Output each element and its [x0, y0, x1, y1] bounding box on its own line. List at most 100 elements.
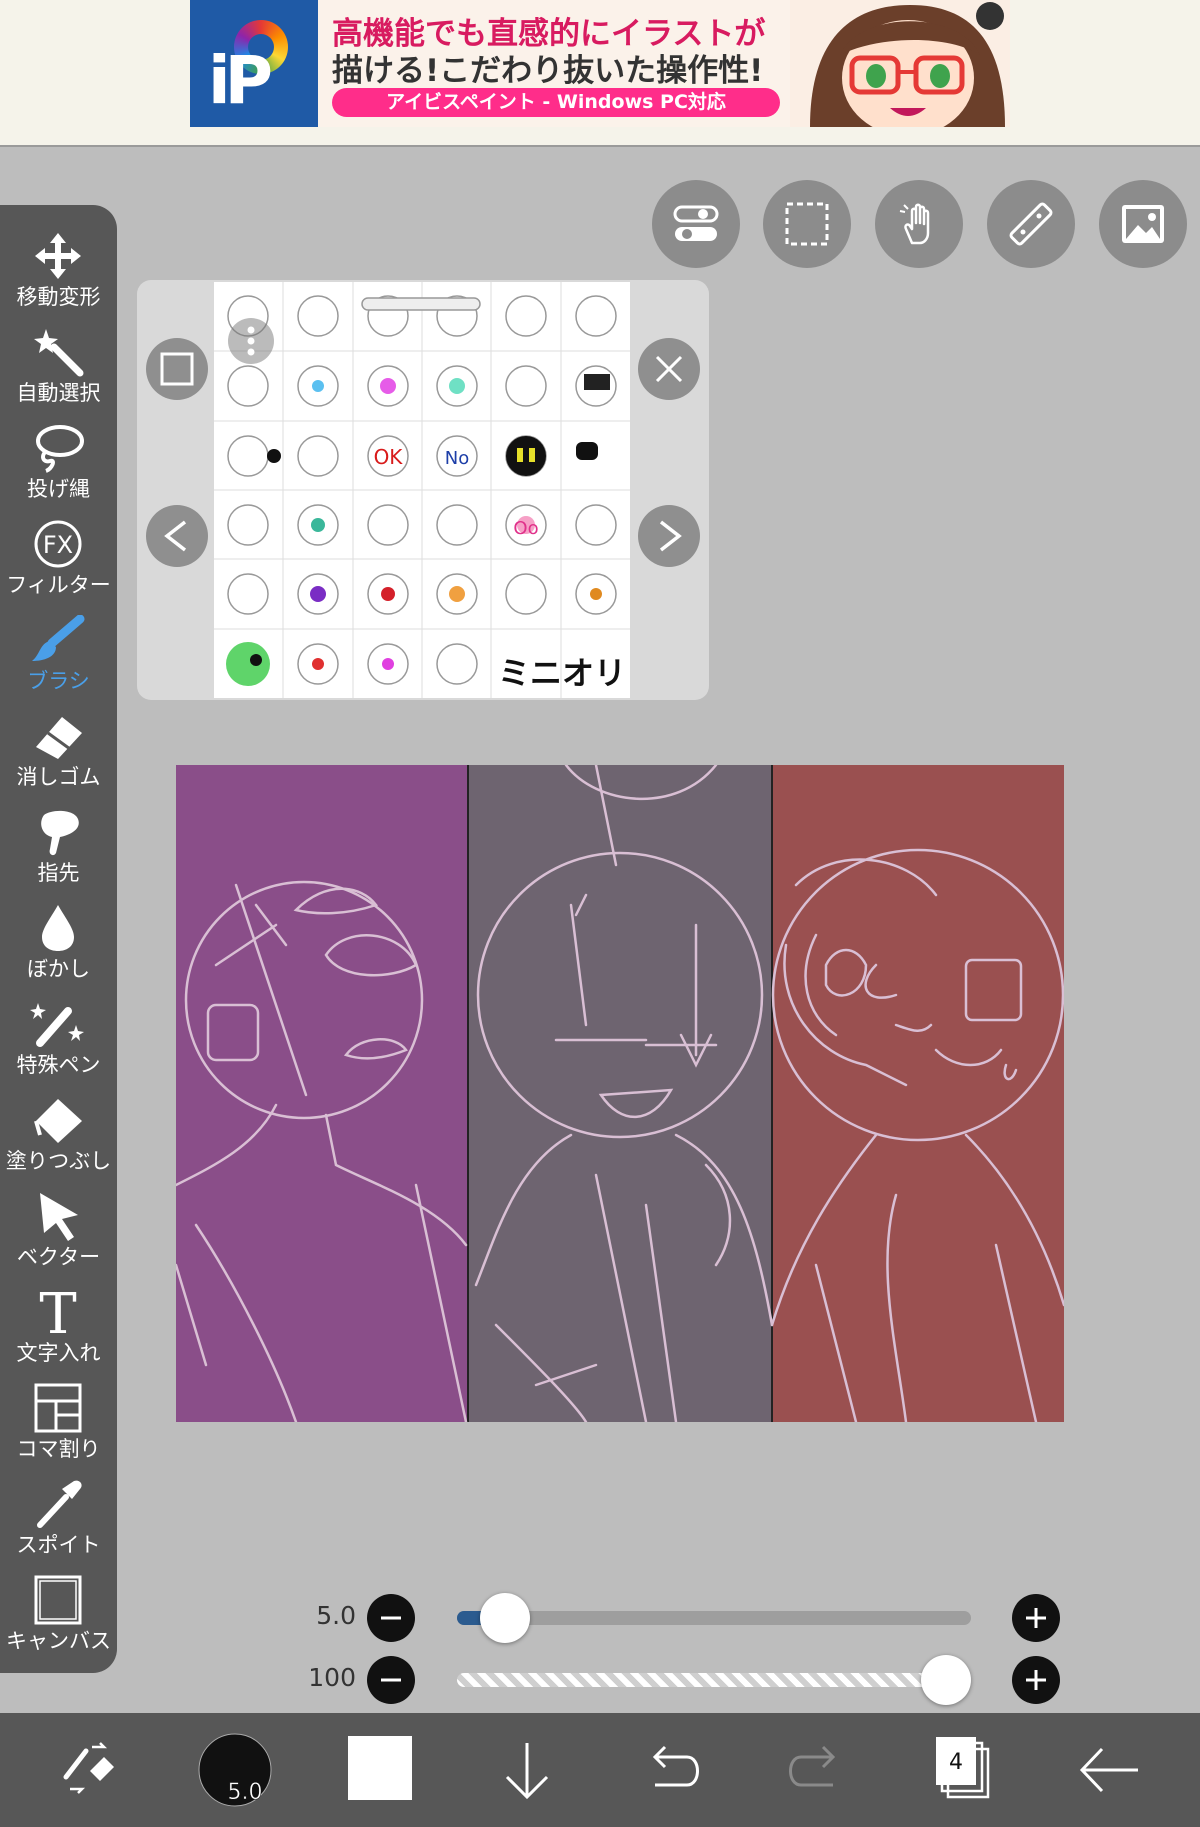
tool-label: フィルター — [6, 573, 111, 597]
tool-brush[interactable]: ブラシ — [0, 609, 117, 705]
tool-label: キャンバス — [6, 1629, 111, 1653]
plus-icon — [1026, 1670, 1046, 1690]
frame-divider-icon — [34, 1383, 82, 1433]
chevron-left-icon — [164, 520, 187, 552]
tool-label: ぼかし — [27, 957, 90, 981]
image-icon — [1122, 205, 1164, 243]
tool-blur[interactable]: ぼかし — [0, 897, 117, 993]
color-swatch-button[interactable] — [335, 1727, 425, 1813]
tool-fill[interactable]: 塗りつぶし — [0, 1089, 117, 1185]
ref-close-button[interactable] — [638, 338, 700, 400]
canvas-icon — [34, 1575, 82, 1625]
tool-label: コマ割り — [16, 1437, 101, 1461]
reference-image-button[interactable] — [1099, 180, 1187, 268]
back-button[interactable] — [1062, 1727, 1152, 1813]
ad-bar: iP 高機能でも直感的にイラストが 描ける!こだわり抜いた操作性! アイビスペイ… — [0, 0, 1200, 147]
brush-size-preview[interactable]: 5.0 — [190, 1727, 280, 1813]
reference-image[interactable]: OK No Oo ミニオリ — [214, 282, 630, 698]
special-pen-icon — [30, 1003, 84, 1047]
tool-filter[interactable]: FX フィルター — [0, 513, 117, 609]
tool-label: 消しゴム — [16, 765, 101, 789]
panel-left — [176, 765, 468, 1422]
reference-sticker-grid: OK No Oo ミニオリ — [214, 282, 630, 698]
eraser-icon — [36, 717, 82, 759]
minus-icon — [381, 1616, 401, 1620]
undo-button[interactable] — [627, 1727, 717, 1813]
ref-oo-label: Oo — [513, 518, 538, 539]
brush-opacity-track[interactable] — [457, 1673, 971, 1687]
vector-cursor-icon — [40, 1193, 78, 1241]
tool-label: 移動変形 — [16, 285, 101, 309]
brush-icon — [32, 615, 85, 661]
dots-vertical-icon — [247, 326, 255, 356]
fx-icon: FX — [34, 520, 82, 568]
ibis-logo: iP — [190, 0, 318, 127]
brush-opacity-value: 100 — [308, 1663, 356, 1692]
tool-label: 塗りつぶし — [5, 1149, 112, 1173]
ref-ok-label: OK — [374, 445, 404, 469]
tool-canvas[interactable]: キャンバス — [0, 1569, 117, 1665]
drawing-canvas[interactable] — [176, 765, 1064, 1422]
tool-vector[interactable]: ベクター — [0, 1185, 117, 1281]
minus-icon — [381, 1678, 401, 1682]
ref-menu-button[interactable] — [228, 318, 274, 364]
brush-opacity-increase-button[interactable] — [1012, 1656, 1060, 1704]
brush-preview-icon: 5.0 — [198, 1733, 272, 1807]
ref-fit-button[interactable] — [146, 338, 208, 400]
toggle-button[interactable] — [652, 180, 740, 268]
ref-next-button[interactable] — [638, 505, 700, 567]
swap-tool-button[interactable] — [42, 1727, 132, 1813]
logo-text: iP — [208, 42, 273, 119]
tool-text[interactable]: T 文字入れ — [0, 1281, 117, 1377]
blur-drop-icon — [42, 905, 74, 951]
brush-opacity-thumb[interactable] — [921, 1655, 971, 1705]
tool-auto-select[interactable]: 自動選択 — [0, 321, 117, 417]
square-icon — [160, 352, 194, 386]
hand-icon — [899, 203, 930, 245]
ad-subheadline: 描ける!こだわり抜いた操作性! — [332, 53, 764, 89]
tool-finger[interactable]: 指先 — [0, 801, 117, 897]
ref-mini-label: ミニオリ — [498, 654, 626, 692]
undo-icon — [652, 1745, 699, 1787]
tool-eraser[interactable]: 消しゴム — [0, 705, 117, 801]
ad-banner[interactable]: iP 高機能でも直感的にイラストが 描ける!こだわり抜いた操作性! アイビスペイ… — [190, 0, 1010, 127]
brush-opacity-decrease-button[interactable] — [367, 1656, 415, 1704]
tool-move-transform[interactable]: 移動変形 — [0, 225, 117, 321]
download-button[interactable] — [482, 1727, 572, 1813]
selection-button[interactable] — [763, 180, 851, 268]
layer-count: 4 — [949, 1750, 963, 1775]
arrow-down-icon — [505, 1743, 549, 1800]
toggle-icon — [673, 205, 719, 241]
tool-frame-divider[interactable]: コマ割り — [0, 1377, 117, 1473]
brush-preview-size: 5.0 — [228, 1780, 263, 1805]
text-tool-glyph: T — [39, 1287, 76, 1337]
ref-prev-button[interactable] — [146, 505, 208, 567]
chevron-right-icon — [659, 520, 682, 552]
lasso-icon — [36, 425, 84, 473]
color-swatch-icon — [348, 1736, 412, 1800]
selection-icon — [785, 202, 829, 246]
redo-icon — [789, 1745, 836, 1787]
layers-button[interactable]: 4 — [916, 1727, 1006, 1813]
redo-button[interactable] — [771, 1727, 861, 1813]
reference-window[interactable]: OK No Oo ミニオリ — [137, 280, 709, 700]
tool-label: ベクター — [16, 1245, 101, 1269]
brush-size-thumb[interactable] — [480, 1593, 531, 1643]
tool-special-pen[interactable]: 特殊ペン — [0, 993, 117, 1089]
brush-size-decrease-button[interactable] — [367, 1594, 415, 1642]
pen-eraser-swap-icon — [63, 1742, 114, 1794]
arrow-left-icon — [1079, 1747, 1138, 1793]
move-icon — [35, 233, 81, 279]
ad-character-illustration — [790, 0, 1010, 127]
tool-label: スポイト — [16, 1533, 101, 1557]
panel-right — [772, 765, 1064, 1422]
brush-size-increase-button[interactable] — [1012, 1594, 1060, 1642]
fx-text: FX — [43, 531, 73, 559]
fill-bucket-icon — [34, 1099, 82, 1143]
tool-lasso[interactable]: 投げ縄 — [0, 417, 117, 513]
ruler-icon — [1009, 202, 1053, 246]
brush-size-track[interactable] — [457, 1611, 971, 1625]
tool-eyedropper[interactable]: スポイト — [0, 1473, 117, 1569]
ruler-button[interactable] — [987, 180, 1075, 268]
hand-button[interactable] — [875, 180, 963, 268]
